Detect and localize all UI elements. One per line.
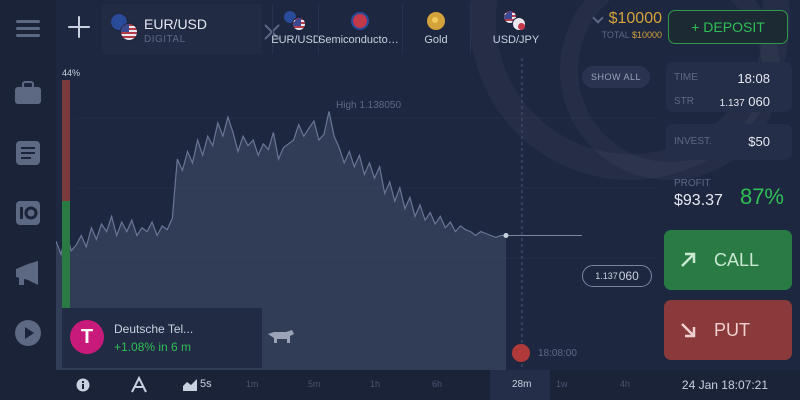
eur-usd-flag-icon: [110, 13, 140, 43]
chart-area[interactable]: 44% High 1.138050 SHOW ALL 1.137 060 18:…: [56, 58, 662, 370]
show-all-button[interactable]: SHOW ALL: [582, 66, 650, 88]
asset-tab-label: Semiconductor ...: [318, 34, 402, 46]
drawing-tools-icon[interactable]: [130, 376, 148, 394]
timeframe-1m[interactable]: 1m: [246, 379, 259, 389]
asset-suggestion-card[interactable]: T Deutsche Tel... +1.08% in 6 m: [62, 308, 262, 368]
megaphone-icon[interactable]: [13, 258, 43, 288]
sentiment-call-fill: [62, 201, 70, 310]
bull-icon: [268, 330, 294, 343]
video-play-icon[interactable]: [13, 318, 43, 348]
deposit-button[interactable]: + DEPOSIT: [668, 10, 788, 44]
call-label: CALL: [714, 249, 760, 270]
investment-box[interactable]: INVEST. $50: [666, 124, 792, 160]
chart-type-icon[interactable]: [182, 378, 198, 392]
asset-tab-semiconductor[interactable]: Semiconductor ...: [318, 4, 402, 54]
timeframe-1h[interactable]: 1h: [370, 379, 380, 389]
timeframe-6h[interactable]: 6h: [432, 379, 442, 389]
time-value: 18:08: [737, 71, 770, 86]
asset-card-change: +1.08% in 6 m: [114, 340, 192, 354]
strike-prefix: 1.137: [719, 98, 745, 109]
deutsche-telekom-logo: T: [70, 320, 104, 354]
balance-total-value: $10000: [631, 30, 662, 40]
info-icon[interactable]: [76, 378, 90, 392]
expiration-time-box[interactable]: TIME 18:08 STR 1.137 060: [666, 62, 792, 112]
strike-label: STR: [674, 96, 694, 107]
strike-suffix: 060: [748, 94, 770, 109]
gold-icon: [427, 12, 445, 30]
balance-total-label: TOTAL: [601, 30, 630, 40]
timeframe-28m[interactable]: 28m: [512, 379, 531, 390]
asset-tab-usd-jpy[interactable]: USD/JPY: [476, 4, 556, 54]
active-tab-subtitle: DIGITAL: [144, 34, 186, 45]
put-label: PUT: [714, 319, 750, 340]
timeframe-1w[interactable]: 1w: [556, 379, 568, 389]
active-tab-title: EUR/USD: [144, 16, 208, 32]
arrow-up-right-icon: [681, 252, 696, 267]
finish-flag-icon: [512, 344, 530, 362]
menu-icon[interactable]: [13, 14, 43, 44]
profit-label: PROFIT: [674, 178, 711, 189]
sentiment-put-fill: [62, 80, 70, 202]
asset-tab-label: Gold: [424, 34, 448, 46]
semiconductor-icon: [351, 12, 369, 30]
trader-sentiment-label: 44%: [62, 68, 81, 78]
active-asset-tab[interactable]: EUR/USD DIGITAL: [102, 4, 262, 54]
eur-usd-flag-icon: [283, 10, 306, 31]
usd-jpy-flag-icon: [503, 10, 526, 31]
balance-display[interactable]: $10000 TOTAL $10000: [592, 10, 662, 40]
high-price-label: High 1.138050: [336, 100, 402, 111]
price-prefix: 1.137: [595, 271, 618, 281]
bottom-bar: 5s 1m 5m 1h 6h 28m 1w 4h 24 Jan 18:07:21: [56, 370, 800, 400]
candle-timeframe[interactable]: 5s: [200, 378, 212, 390]
left-sidebar: [0, 0, 56, 400]
asset-card-name: Deutsche Tel...: [114, 322, 194, 336]
arrow-down-right-icon: [681, 323, 696, 338]
current-price-dot: [503, 232, 509, 238]
asset-tab-gold[interactable]: Gold: [402, 4, 470, 54]
strike-value: 1.137 060: [720, 94, 770, 109]
current-price-tag: 1.137 060: [582, 265, 652, 287]
balance-amount: $10000: [608, 10, 662, 27]
trader-sentiment-bar: [62, 80, 70, 310]
balance-total: TOTAL $10000: [592, 30, 662, 40]
time-label: TIME: [674, 72, 698, 83]
current-datetime: 24 Jan 18:07:21: [681, 378, 768, 392]
invest-value: $50: [748, 134, 770, 149]
portfolio-icon[interactable]: [13, 78, 43, 108]
profit-percent: 87%: [739, 184, 784, 209]
timeframe-5m[interactable]: 5m: [308, 379, 321, 389]
news-icon[interactable]: [13, 138, 43, 168]
price-suffix: 060: [618, 269, 639, 283]
invest-label: INVEST.: [674, 136, 712, 147]
iq-icon[interactable]: [13, 198, 43, 228]
asset-tab-label: USD/JPY: [492, 34, 540, 46]
timeframe-4h[interactable]: 4h: [620, 379, 630, 389]
call-button[interactable]: CALL: [664, 230, 792, 290]
put-button[interactable]: PUT: [664, 300, 792, 360]
add-asset-button[interactable]: [64, 12, 94, 42]
profit-amount: $93.37: [674, 192, 723, 209]
top-bar: EUR/USD DIGITAL EUR/USD Semiconductor ..…: [56, 0, 800, 58]
expiry-time-label: 18:08:00: [538, 348, 577, 359]
